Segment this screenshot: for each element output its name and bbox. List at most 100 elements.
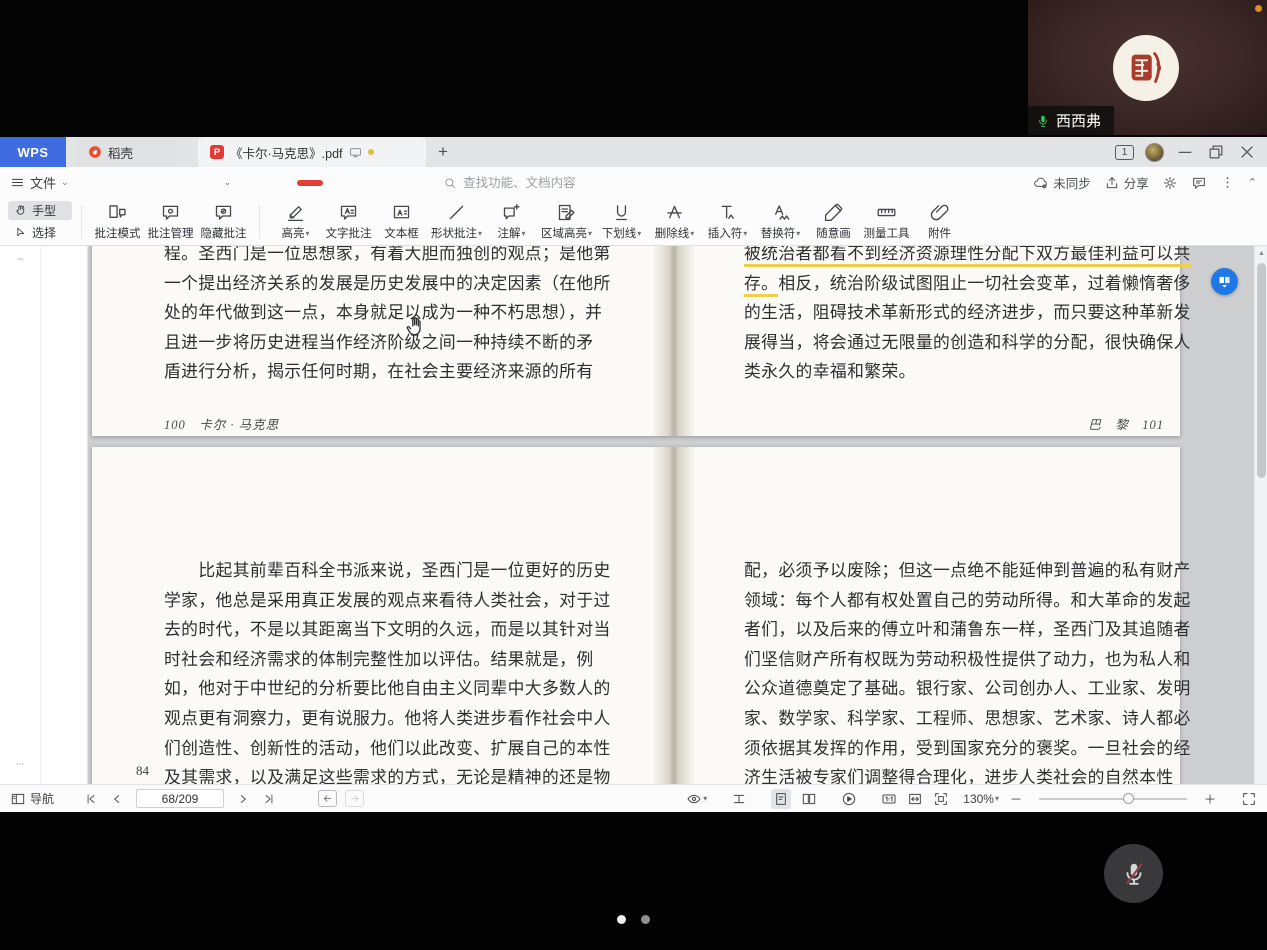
hand-tool-button[interactable]: 手型 (8, 201, 72, 220)
quick-button[interactable] (189, 174, 206, 191)
panel-rail-icon[interactable] (54, 367, 74, 387)
play-mode-icon[interactable] (841, 791, 857, 807)
toolbar-button[interactable]: 插入符▾ (701, 202, 754, 241)
menu-tab[interactable] (271, 180, 293, 186)
restore-button[interactable] (1206, 142, 1226, 162)
search-box[interactable] (443, 176, 613, 190)
page-indicator-input[interactable] (136, 789, 224, 808)
drag-handle-icon[interactable] (12, 254, 29, 264)
zoom-slider-thumb[interactable] (1123, 793, 1134, 804)
account-avatar[interactable] (1145, 143, 1164, 162)
toolbar-button[interactable]: 替换符▾ (754, 202, 807, 241)
toolbar-button[interactable]: 区域高亮▾ (538, 202, 595, 241)
toolbar-button[interactable]: 文字批注 (322, 202, 375, 241)
hamburger-icon (10, 175, 25, 190)
toolbar-button[interactable]: 高亮▾ (269, 202, 322, 241)
panel-rail-icon[interactable] (54, 301, 74, 321)
window-controls: 1 (1115, 137, 1267, 167)
menu-tab[interactable] (353, 180, 375, 186)
scrollbar[interactable]: ▲ (1254, 246, 1267, 784)
mute-toggle-button[interactable] (1104, 844, 1163, 903)
window-count-badge[interactable]: 1 (1115, 145, 1134, 160)
zoom-level[interactable]: 130% ▾ (959, 792, 999, 806)
fit-width-icon[interactable] (907, 791, 923, 807)
rail-icon[interactable] (10, 322, 30, 342)
reader-mode-icon (1217, 274, 1232, 289)
close-button[interactable] (1237, 142, 1257, 162)
more-tools-icon[interactable] (8, 759, 32, 769)
hand-icon (14, 204, 27, 217)
actual-size-icon[interactable] (881, 791, 897, 807)
quick-button[interactable] (162, 174, 179, 191)
floating-tool-button[interactable] (1211, 268, 1238, 295)
last-page-icon[interactable] (262, 792, 276, 806)
next-page-icon[interactable] (236, 792, 250, 806)
document-viewport[interactable]: 程。圣西门是一位思想家，有着大胆而独创的观点；是他第一个提出经济关系的发展是历史… (88, 246, 1254, 784)
back-view-button[interactable] (318, 790, 337, 807)
search-input[interactable] (463, 176, 613, 190)
tab-docer[interactable]: 稻壳 (76, 137, 176, 167)
fit-layout-icon[interactable] (731, 791, 747, 807)
toolbar-button[interactable]: 文本框 (375, 202, 428, 241)
status-dot-icon (1255, 5, 1262, 12)
minimize-button[interactable] (1175, 142, 1195, 162)
microphone-muted-icon (1119, 859, 1149, 889)
participant-video[interactable]: 西西弗 (1028, 0, 1267, 135)
meeting-bottom-band (0, 813, 1267, 950)
single-page-button[interactable] (771, 789, 791, 809)
sync-status[interactable]: 未同步 (1033, 173, 1091, 192)
collapse-ribbon-icon[interactable]: ⌃ (1248, 176, 1257, 189)
menu-tab[interactable] (379, 180, 401, 186)
zoom-in-icon[interactable] (1203, 792, 1217, 806)
double-page-icon[interactable] (801, 791, 817, 807)
toolbar-button[interactable]: 批注管理 (144, 202, 197, 241)
file-menu[interactable]: 文件 ⌄ (10, 173, 69, 192)
quick-access-chevron-icon[interactable]: ⌄ (224, 177, 232, 188)
forward-view-button[interactable] (345, 790, 364, 807)
toolbar-button[interactable]: 形状批注▾ (428, 202, 485, 241)
book-spread-bottom: 比起其前辈百科全书派来说，圣西门是一位更好的历史学家，他总是采用真正发展的观点来… (92, 447, 1180, 784)
fit-page-icon[interactable] (933, 791, 949, 807)
quick-button[interactable] (81, 174, 98, 191)
scroll-up-icon[interactable]: ▲ (1258, 250, 1265, 257)
zoom-slider[interactable] (1039, 798, 1187, 800)
wps-logo[interactable]: WPS (0, 137, 66, 167)
menu-tab[interactable] (245, 180, 267, 186)
scrollbar-thumb[interactable] (1257, 263, 1266, 478)
rail-icon[interactable] (10, 286, 30, 306)
menu-tab[interactable] (297, 180, 323, 186)
select-tool-button[interactable]: 选择 (8, 223, 72, 242)
settings-gear-icon[interactable] (1162, 175, 1178, 191)
fullscreen-icon[interactable] (1241, 791, 1257, 807)
share-button[interactable]: 分享 (1104, 173, 1149, 192)
toolbar-button[interactable]: 测量工具 (860, 202, 913, 241)
tab-document[interactable]: P 《卡尔·马克思》.pdf (198, 137, 426, 167)
panel-rail-icon[interactable] (54, 268, 74, 288)
carousel-dot[interactable] (641, 915, 650, 924)
navigation-toggle[interactable]: 导航 (10, 790, 54, 807)
feedback-icon[interactable] (1191, 175, 1207, 191)
toolbar-button[interactable]: 附件 (913, 202, 966, 241)
toolbar-button[interactable]: 注解▾ (485, 202, 538, 241)
new-tab-button[interactable]: + (426, 137, 460, 167)
quick-button[interactable] (135, 174, 152, 191)
dropdown-caret-icon: ▾ (995, 794, 999, 803)
menu-tab[interactable] (405, 180, 427, 186)
toolbar-button[interactable]: 批注模式 (91, 202, 144, 241)
more-vertical-icon[interactable] (1220, 175, 1235, 190)
toolbar-button[interactable]: 删除线▾ (648, 202, 701, 241)
menu-tab[interactable] (327, 180, 349, 186)
prev-page-icon[interactable] (110, 792, 124, 806)
eye-protect-button[interactable]: ▾ (686, 791, 707, 807)
toolbar-button[interactable]: 下划线▾ (595, 202, 648, 241)
carousel-dot-active[interactable] (617, 915, 626, 924)
zoom-out-icon[interactable] (1009, 792, 1023, 806)
toolbar-button-icon (107, 202, 128, 223)
toolbar-button-icon (391, 202, 412, 223)
first-page-icon[interactable] (84, 792, 98, 806)
toolbar-button[interactable]: 隐藏批注 (197, 202, 250, 241)
toolbar-button[interactable]: 随意画 (807, 202, 860, 241)
panel-rail-icon[interactable] (54, 334, 74, 354)
panel-rail-icon[interactable] (54, 400, 74, 420)
quick-button[interactable] (108, 174, 125, 191)
